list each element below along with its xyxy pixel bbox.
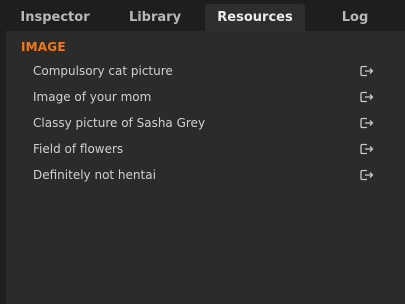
open-external-icon[interactable] [360, 91, 374, 103]
item-label: Image of your mom [33, 90, 152, 104]
item-label: Compulsory cat picture [33, 64, 173, 78]
open-external-icon[interactable] [360, 65, 374, 77]
open-external-icon[interactable] [360, 169, 374, 181]
tab-log[interactable]: Log [305, 4, 405, 31]
list-item[interactable]: Field of flowers [6, 136, 405, 162]
item-label: Field of flowers [33, 142, 124, 156]
resource-list: Compulsory cat picture Image of your mom… [6, 58, 405, 188]
tab-inspector[interactable]: Inspector [0, 4, 110, 31]
item-label: Classy picture of Sasha Grey [33, 116, 206, 130]
resources-panel: IMAGE Compulsory cat picture Image of yo… [6, 31, 405, 304]
resources-window: Inspector Library Resources Log IMAGE Co… [0, 0, 405, 304]
section-title-image: IMAGE [21, 40, 66, 54]
tab-bar: Inspector Library Resources Log [0, 0, 405, 31]
list-item[interactable]: Compulsory cat picture [6, 58, 405, 84]
list-item[interactable]: Definitely not hentai [6, 162, 405, 188]
open-external-icon[interactable] [360, 143, 374, 155]
tab-resources[interactable]: Resources [205, 4, 305, 31]
list-item[interactable]: Classy picture of Sasha Grey [6, 110, 405, 136]
open-external-icon[interactable] [360, 117, 374, 129]
list-item[interactable]: Image of your mom [6, 84, 405, 110]
tab-library[interactable]: Library [104, 4, 206, 31]
item-label: Definitely not hentai [33, 168, 156, 182]
